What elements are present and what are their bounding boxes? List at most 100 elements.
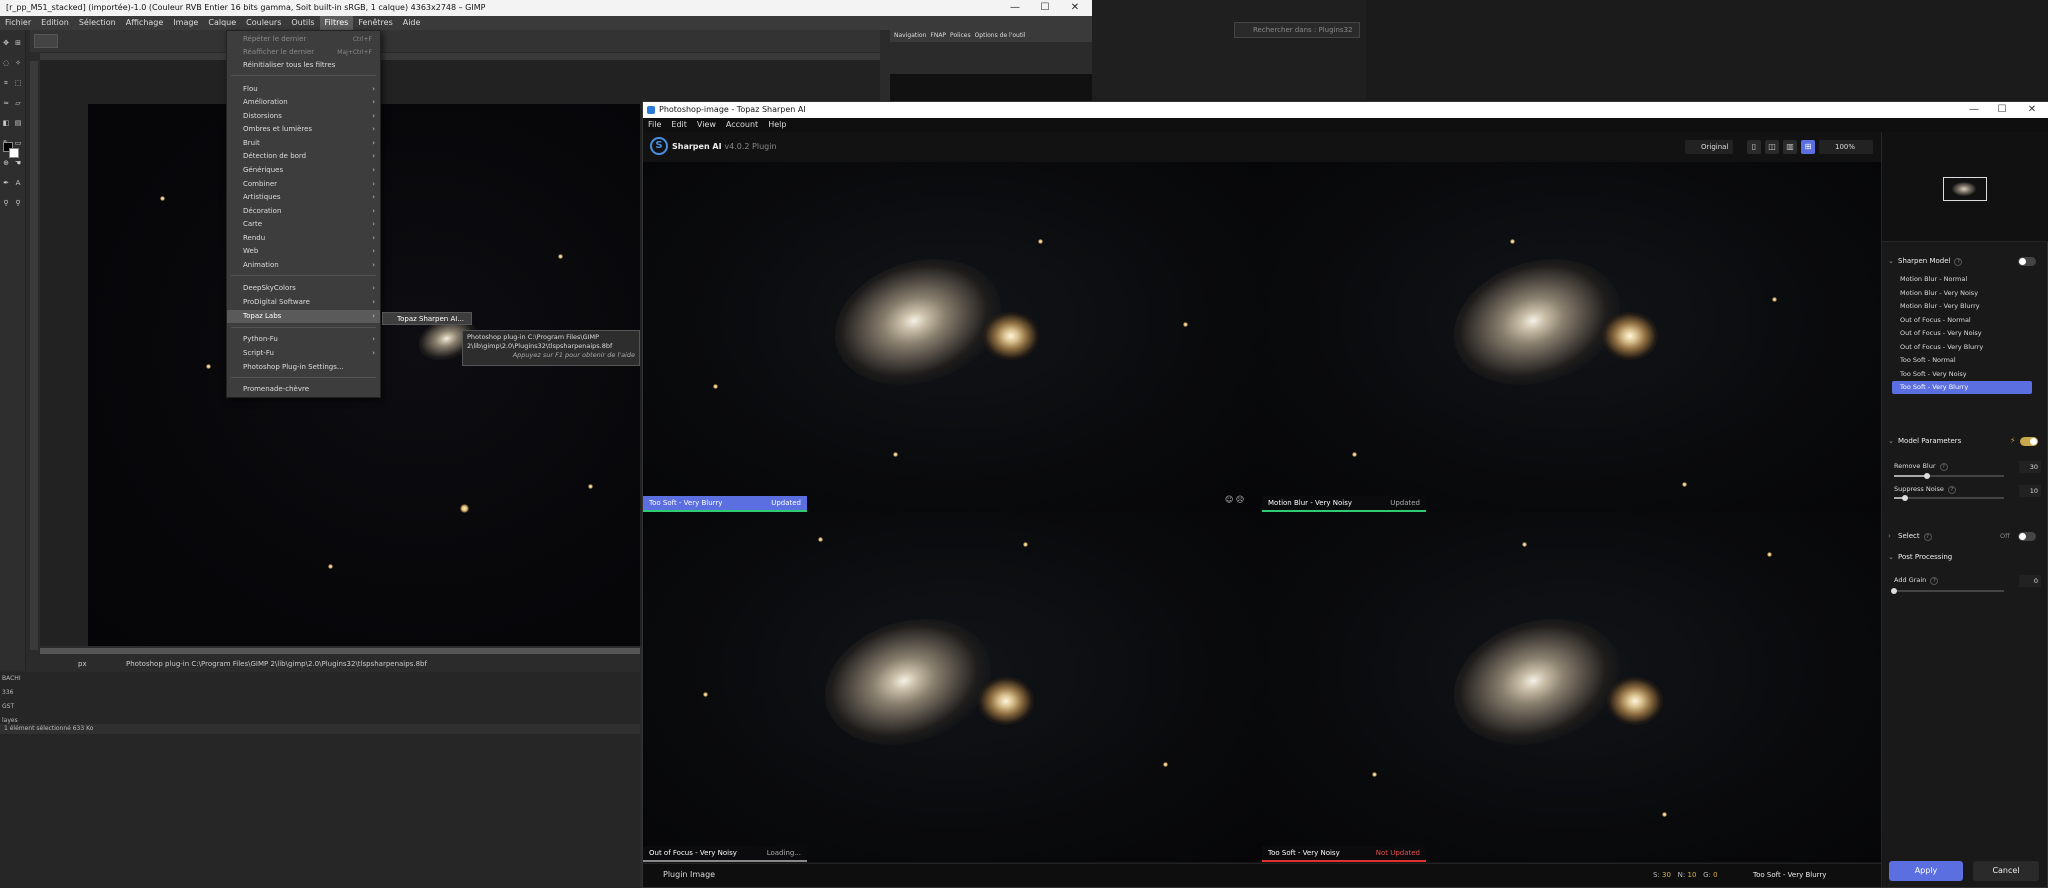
unit-selector[interactable]: px	[78, 658, 87, 670]
menu-item-rendu[interactable]: Rendu ›	[227, 232, 380, 245]
menu-item-bruit[interactable]: Bruit ›	[227, 137, 380, 150]
menu-filtres[interactable]: Filtres	[319, 16, 354, 30]
pane-model-label[interactable]: Too Soft - Very Blurry Updated	[643, 496, 807, 512]
menu-item-amelioration[interactable]: Amélioration ›	[227, 96, 380, 109]
menu-affichage[interactable]: Affichage	[121, 16, 169, 30]
close-button[interactable]: ✕	[2019, 102, 2045, 118]
search-input[interactable]: Rechercher dans : Plugins32	[1234, 22, 1360, 38]
model-option[interactable]: Motion Blur - Normal	[1892, 273, 2032, 286]
maximize-button[interactable]: ☐	[1989, 102, 2015, 118]
tab-fnap[interactable]: FNAP	[930, 30, 946, 42]
menu-item-reset-filters[interactable]: Réinitialiser tous les filtres	[227, 59, 380, 72]
menu-image[interactable]: Image	[168, 16, 203, 30]
horizontal-scrollbar[interactable]	[40, 648, 640, 654]
original-button[interactable]: Original	[1685, 140, 1733, 154]
list-item[interactable]: BACHI	[0, 674, 30, 684]
smudge-tool-icon[interactable]: ☚	[13, 159, 23, 168]
path-tool-icon[interactable]: ✒	[1, 179, 11, 188]
menu-fichier[interactable]: Fichier	[0, 16, 36, 30]
pane-model-label[interactable]: Out of Focus - Very Noisy Loading...	[643, 846, 807, 862]
minimize-button[interactable]: —	[1000, 0, 1030, 16]
model-option[interactable]: Motion Blur - Very Blurry	[1892, 300, 2032, 313]
add-grain-value[interactable]: 0	[2019, 575, 2041, 587]
pane-model-label[interactable]: Too Soft - Very Noisy Not Updated	[1262, 846, 1426, 862]
add-grain-slider[interactable]	[1891, 588, 2004, 594]
minimize-button[interactable]: —	[1961, 102, 1987, 118]
clone-tool-icon[interactable]: ⊕	[1, 159, 11, 168]
pane-model-label[interactable]: Motion Blur - Very Noisy Updated	[1262, 496, 1426, 512]
menu-aide[interactable]: Aide	[398, 16, 426, 30]
preview-pane[interactable]: Out of Focus - Very Noisy Loading...	[643, 512, 1262, 862]
model-option[interactable]: Too Soft - Normal	[1892, 354, 2032, 367]
suppress-noise-slider[interactable]	[1894, 495, 2004, 501]
menu-help[interactable]: Help	[763, 118, 791, 132]
move-tool-icon[interactable]: ✥	[1, 39, 11, 48]
menu-selection[interactable]: Sélection	[74, 16, 121, 30]
warp-tool-icon[interactable]: ≈	[1, 99, 11, 108]
menu-item-deepskycolors[interactable]: DeepSkyColors ›	[227, 282, 380, 295]
zoom-selector[interactable]: 100%	[1819, 140, 1873, 154]
transform-tool-icon[interactable]: ⬚	[13, 79, 23, 88]
align-tool-icon[interactable]: ⊞	[13, 39, 23, 48]
single-view-icon[interactable]: ▯	[1747, 140, 1761, 154]
text-tool-icon[interactable]: A	[13, 179, 23, 188]
menu-item-ombres[interactable]: Ombres et lumières ›	[227, 123, 380, 136]
menu-item-python-fu[interactable]: Python-Fu ›	[227, 333, 380, 346]
model-option[interactable]: Out of Focus - Very Blurry	[1892, 341, 2032, 354]
menu-item-web[interactable]: Web ›	[227, 245, 380, 258]
tab-tool-options[interactable]: Options de l'outil	[975, 30, 1026, 42]
chevron-down-icon[interactable]: ⌄	[1888, 553, 1894, 561]
menu-item-generiques[interactable]: Génériques ›	[227, 164, 380, 177]
menu-item-animation[interactable]: Animation ›	[227, 259, 380, 272]
preview-pane[interactable]: Too Soft - Very Blurry Updated	[643, 162, 1262, 512]
list-item[interactable]: 336	[0, 688, 30, 698]
menu-calque[interactable]: Calque	[203, 16, 241, 30]
auto-icon[interactable]: ⚡	[2010, 436, 2016, 445]
menu-item-artistiques[interactable]: Artistiques ›	[227, 191, 380, 204]
select-toggle[interactable]	[2018, 532, 2036, 541]
chevron-right-icon[interactable]: ›	[1888, 532, 1891, 540]
image-tab-thumbnail[interactable]	[34, 34, 58, 48]
preview-pane[interactable]: Motion Blur - Very Noisy Updated	[1262, 162, 1881, 512]
color-picker-icon[interactable]: ⚲	[1, 199, 11, 208]
chevron-down-icon[interactable]: ⌄	[1888, 437, 1894, 445]
menu-item-goat-exercise[interactable]: Promenade-chèvre	[227, 383, 380, 396]
menu-fenetres[interactable]: Fenêtres	[353, 16, 397, 30]
menu-item-photoshop-settings[interactable]: Photoshop Plug-in Settings...	[227, 361, 380, 374]
suppress-noise-value[interactable]: 10	[2019, 485, 2041, 497]
model-option[interactable]: Motion Blur - Very Noisy	[1892, 287, 2032, 300]
maximize-button[interactable]: ☐	[1030, 0, 1060, 16]
apply-button[interactable]: Apply	[1889, 861, 1963, 881]
background-color[interactable]	[9, 148, 19, 158]
menu-item-flou[interactable]: Flou ›	[227, 83, 380, 96]
model-params-toggle[interactable]	[2020, 437, 2038, 446]
menu-item-decoration[interactable]: Décoration ›	[227, 205, 380, 218]
menu-edition[interactable]: Edition	[36, 16, 74, 30]
sharpen-model-toggle[interactable]	[2018, 257, 2036, 266]
grid-view-icon[interactable]: ⊞	[1801, 140, 1815, 154]
menu-item-prodigital[interactable]: ProDigital Software ›	[227, 296, 380, 309]
navigation-preview[interactable]	[890, 74, 1092, 104]
fuzzy-select-icon[interactable]: ✧	[13, 59, 23, 68]
list-item[interactable]: GST	[0, 702, 30, 712]
menu-account[interactable]: Account	[721, 118, 763, 132]
menu-couleurs[interactable]: Couleurs	[241, 16, 286, 30]
info-icon[interactable]: ?	[1930, 577, 1939, 585]
menu-item-reshow-last[interactable]: Réafficher le dernier Maj+Ctrl+F	[227, 46, 380, 59]
info-icon[interactable]: ?	[1947, 486, 1956, 494]
menu-item-topaz-sharpen-ai[interactable]: Topaz Sharpen AI...	[382, 312, 472, 325]
remove-blur-value[interactable]: 30	[2019, 461, 2041, 473]
lasso-tool-icon[interactable]: ◌	[1, 59, 11, 68]
menu-item-combiner[interactable]: Combiner ›	[227, 178, 380, 191]
info-icon[interactable]: ?	[1939, 463, 1948, 471]
feedback-icons[interactable]: ☺ ☹	[1225, 495, 1244, 504]
menu-item-script-fu[interactable]: Script-Fu ›	[227, 347, 380, 360]
eraser-icon[interactable]: ▭	[13, 139, 23, 148]
menu-item-detection-bord[interactable]: Détection de bord ›	[227, 150, 380, 163]
model-option[interactable]: Too Soft - Very Noisy	[1892, 368, 2032, 381]
gradient-tool-icon[interactable]: ▤	[13, 119, 23, 128]
menu-item-distorsions[interactable]: Distorsions ›	[227, 110, 380, 123]
side-by-side-icon[interactable]: ▥	[1783, 140, 1797, 154]
menu-edit[interactable]: Edit	[666, 118, 692, 132]
tab-navigation[interactable]: Navigation	[894, 30, 926, 42]
